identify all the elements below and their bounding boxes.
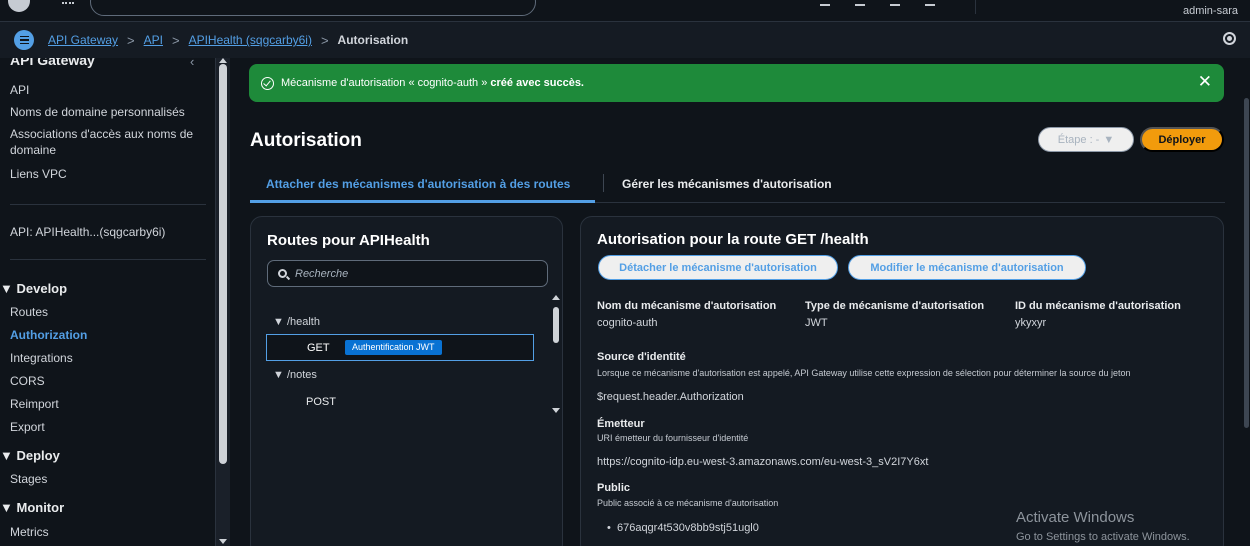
- authorizer-name-label: Nom du mécanisme d'autorisation: [597, 300, 777, 312]
- breadcrumb-separator: >: [127, 32, 135, 48]
- route-node-notes[interactable]: ▼ /notes: [273, 369, 317, 381]
- account-menu[interactable]: admin-sara: [1183, 5, 1238, 17]
- authorizer-id-value: ykyxyr: [1015, 317, 1047, 329]
- preferences-icon[interactable]: [1223, 32, 1236, 45]
- routes-title: Routes pour APIHealth: [267, 232, 430, 249]
- breadcrumb-separator: >: [171, 32, 180, 48]
- help-icon[interactable]: [890, 0, 900, 6]
- menu-toggle-icon[interactable]: [14, 30, 34, 50]
- sidebar: API Gateway ‹ API Noms de domaine person…: [0, 58, 216, 546]
- identity-source-label: Source d'identité: [597, 351, 686, 363]
- aws-logo[interactable]: [8, 0, 30, 12]
- success-message: Mécanisme d'autorisation « cognito-auth …: [281, 77, 584, 89]
- sidebar-item-vpc-links[interactable]: Liens VPC: [10, 166, 206, 182]
- tab-manage-authorizers[interactable]: Gérer les mécanismes d'autorisation: [622, 177, 832, 191]
- detach-authorizer-button[interactable]: Détacher le mécanisme d'autorisation: [598, 255, 838, 280]
- sidebar-api-name[interactable]: API: APIHealth...(sqgcarby6i): [10, 224, 206, 240]
- route-search[interactable]: [267, 260, 548, 287]
- breadcrumb-api[interactable]: API: [144, 33, 163, 47]
- issuer-value: https://cognito-idp.eu-west-3.amazonaws.…: [597, 456, 929, 468]
- issuer-label: Émetteur: [597, 418, 645, 430]
- services-menu-icon[interactable]: [62, 2, 74, 6]
- routes-panel: Routes pour APIHealth ▼ /health GET Auth…: [250, 216, 563, 546]
- modify-authorizer-button[interactable]: Modifier le mécanisme d'autorisation: [848, 255, 1086, 280]
- identity-source-value: $request.header.Authorization: [597, 391, 744, 403]
- page-title: Autorisation: [250, 130, 362, 151]
- sidebar-title: API Gateway: [10, 58, 95, 68]
- scrollbar-thumb[interactable]: [1244, 98, 1249, 428]
- scrollbar-thumb[interactable]: [553, 307, 559, 343]
- sidebar-item-domain-access[interactable]: Associations d'accès aux noms de domaine: [10, 126, 206, 158]
- routes-scrollbar[interactable]: [552, 295, 560, 413]
- sidebar-divider: [10, 259, 206, 260]
- chevron-down-icon: ▼: [1103, 133, 1115, 146]
- audience-item: • 676aqgr4t530v8bb9stj51ugl0: [607, 522, 759, 534]
- breadcrumb-bar: API Gateway > API > APIHealth (sqgcarby6…: [0, 22, 1250, 58]
- stage-label: Étape : -: [1057, 133, 1100, 146]
- top-navigation-bar: admin-sara: [0, 0, 1250, 22]
- sidebar-item-cors[interactable]: CORS: [10, 373, 206, 389]
- scrollbar-thumb[interactable]: [219, 64, 227, 464]
- success-check-icon: [261, 76, 274, 90]
- authorizer-name-value: cognito-auth: [597, 317, 658, 329]
- breadcrumb-apihealth[interactable]: APIHealth (sqgcarby6i): [189, 33, 312, 47]
- sidebar-divider: [10, 204, 206, 205]
- search-icon: [278, 269, 287, 278]
- scroll-down-arrow-icon[interactable]: [219, 539, 227, 544]
- windows-activation-watermark: Activate Windows: [1016, 509, 1135, 526]
- sidebar-section-develop[interactable]: ▼ Develop: [0, 281, 67, 296]
- sidebar-item-export[interactable]: Export: [10, 419, 206, 435]
- sidebar-item-integrations[interactable]: Integrations: [10, 350, 206, 366]
- scroll-up-arrow-icon[interactable]: [552, 295, 560, 300]
- sidebar-section-deploy[interactable]: ▼ Deploy: [0, 448, 60, 463]
- sidebar-section-monitor[interactable]: ▼ Monitor: [0, 500, 64, 515]
- sidebar-item-routes[interactable]: Routes: [10, 304, 206, 320]
- sidebar-item-custom-domains[interactable]: Noms de domaine personnalisés: [10, 104, 206, 120]
- scroll-down-arrow-icon[interactable]: [552, 408, 560, 413]
- tab-attach-authorizers[interactable]: Attacher des mécanismes d'autorisation à…: [266, 177, 570, 191]
- issuer-description: URI émetteur du fournisseur d'identité: [597, 433, 749, 443]
- authorizer-type-value: JWT: [805, 317, 828, 329]
- route-method-row-selected[interactable]: GET Authentification JWT: [266, 334, 534, 361]
- route-method-post[interactable]: POST: [306, 396, 336, 408]
- route-node-health[interactable]: ▼ /health: [273, 316, 320, 328]
- global-search-input[interactable]: [90, 0, 536, 16]
- topbar-divider: [975, 0, 976, 14]
- page-scrollbar[interactable]: [1243, 58, 1250, 546]
- scroll-up-arrow-icon[interactable]: [219, 58, 227, 63]
- sidebar-scrollbar[interactable]: [216, 58, 230, 546]
- tab-divider: [603, 174, 604, 192]
- identity-source-description: Lorsque ce mécanisme d'autorisation est …: [597, 368, 1131, 378]
- sidebar-item-reimport[interactable]: Reimport: [10, 396, 206, 412]
- dismiss-banner-icon[interactable]: ✕: [1198, 73, 1212, 91]
- settings-gear-icon[interactable]: [925, 0, 935, 6]
- sidebar-item-stages[interactable]: Stages: [10, 471, 206, 487]
- audience-description: Public associé à ce mécanisme d'autorisa…: [597, 498, 779, 508]
- breadcrumb-separator: >: [320, 32, 329, 48]
- deploy-button[interactable]: Déployer: [1140, 127, 1224, 152]
- active-tab-indicator: [250, 200, 595, 203]
- search-input[interactable]: [295, 267, 535, 280]
- breadcrumb-api-gateway[interactable]: API Gateway: [48, 33, 118, 47]
- detail-title: Autorisation pour la route GET /health: [597, 231, 869, 248]
- sidebar-item-authorization[interactable]: Authorization: [10, 327, 206, 343]
- sidebar-item-metrics[interactable]: Metrics: [10, 524, 206, 540]
- windows-activation-hint: Go to Settings to activate Windows.: [1016, 531, 1190, 543]
- notifications-icon[interactable]: [855, 0, 865, 6]
- audience-label: Public: [597, 482, 631, 494]
- breadcrumb-current: Autorisation: [337, 33, 409, 47]
- method-label: GET: [307, 342, 330, 354]
- sidebar-item-api[interactable]: API: [10, 82, 206, 98]
- auth-badge: Authentification JWT: [345, 340, 442, 355]
- cloudshell-icon[interactable]: [820, 0, 830, 6]
- stage-dropdown[interactable]: Étape : - ▼: [1038, 127, 1134, 152]
- authorizer-detail-panel: Autorisation pour la route GET /health D…: [580, 216, 1224, 546]
- success-flashbar: Mécanisme d'autorisation « cognito-auth …: [249, 64, 1224, 102]
- collapse-sidebar-icon[interactable]: ‹: [190, 58, 194, 69]
- authorizer-id-label: ID du mécanisme d'autorisation: [1015, 300, 1181, 312]
- authorizer-type-label: Type de mécanisme d'autorisation: [805, 300, 985, 312]
